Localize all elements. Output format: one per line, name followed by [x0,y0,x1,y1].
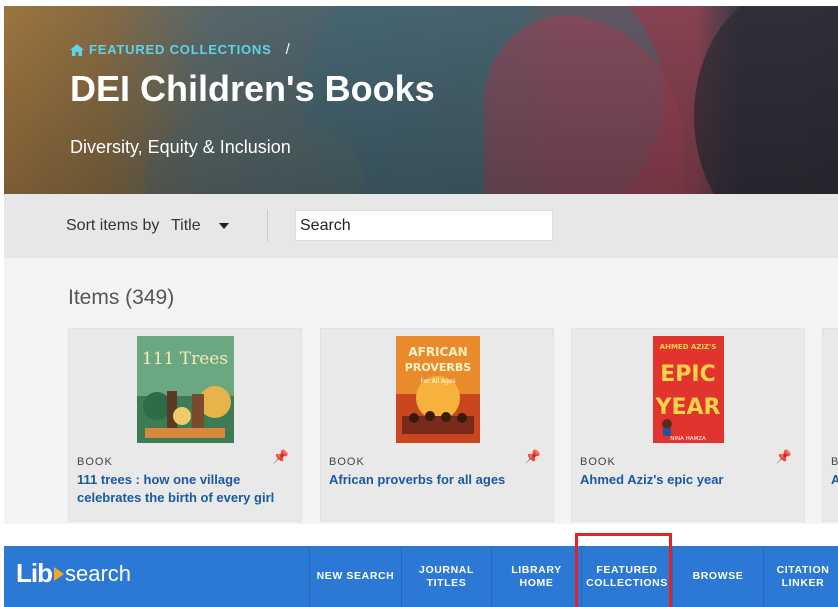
chevron-down-icon [218,223,229,229]
item-type: BOOK [77,456,113,468]
nav-citation-linker[interactable]: CITATION LINKER [763,546,838,607]
nav-label: BROWSE [692,570,744,582]
svg-text:PROVERBS: PROVERBS [405,361,471,374]
nav-label: JOURNAL [419,563,474,576]
item-title-link[interactable]: African proverbs for all ages [329,471,539,489]
nav-label: LINKER [781,576,825,589]
logo-lib-text: Lib [16,558,53,588]
toolbar-divider [267,210,268,242]
sort-search-toolbar: Sort items by Title [4,194,838,258]
item-card-partial[interactable]: B A [822,328,838,522]
svg-text:EPIC: EPIC [660,362,715,387]
item-title-link[interactable]: 111 trees : how one village celebrates t… [77,471,287,507]
book-cover-image[interactable]: AHMED AZIZ'S EPIC YEAR NINA HAMZA [653,336,724,443]
item-card[interactable]: AHMED AZIZ'S EPIC YEAR NINA HAMZA 📌 BOOK… [571,328,805,522]
libsearch-logo[interactable]: Lib search [16,558,131,589]
logo-search-text: search [65,560,132,586]
svg-text:YEAR: YEAR [655,395,721,420]
pin-icon[interactable]: 📌 [273,449,289,465]
search-input[interactable] [295,210,553,241]
svg-text:For All Ages: For All Ages [420,378,455,385]
sort-dropdown[interactable]: Title [171,217,229,235]
pin-icon[interactable]: 📌 [525,449,541,465]
play-arrow-icon [54,566,64,581]
item-card[interactable]: 111 Trees 📌 BOOK 111 trees : how one vil… [68,328,302,522]
breadcrumb-label: FEATURED COLLECTIONS [89,42,272,57]
items-section: Items (349) 111 Trees 📌 BOOK 111 trees :… [4,258,838,524]
nav-new-search[interactable]: NEW SEARCH [309,546,401,607]
breadcrumb: FEATURED COLLECTIONS / [70,41,290,58]
sort-label: Sort items by [66,217,160,234]
breadcrumb-separator: / [285,41,290,58]
item-type: B [831,456,838,468]
page-subtitle: Diversity, Equity & Inclusion [70,137,291,157]
nav-label: TITLES [426,576,467,589]
nav-journal-titles[interactable]: JOURNAL TITLES [401,546,491,607]
svg-text:NINA HAMZA: NINA HAMZA [670,436,706,442]
nav-browse[interactable]: BROWSE [672,546,763,607]
nav-library-home[interactable]: LIBRARY HOME [491,546,581,607]
book-cover-image[interactable]: 111 Trees [137,336,234,443]
highlight-box [575,533,672,607]
page-title: DEI Children's Books [70,68,435,109]
svg-text:AFRICAN: AFRICAN [408,345,467,359]
nav-label: HOME [519,576,554,589]
nav-label: CITATION [776,563,830,576]
items-heading: Items (349) [68,286,175,309]
pin-icon[interactable]: 📌 [776,449,792,465]
item-type: BOOK [580,456,616,468]
item-title-link[interactable]: Ahmed Aziz's epic year [580,471,790,489]
sort-selected-value: Title [171,217,201,234]
breadcrumb-featured-collections-link[interactable]: FEATURED COLLECTIONS [70,42,272,57]
bottom-navbar: Lib search NEW SEARCH JOURNAL TITLES LIBR… [4,546,838,607]
home-icon [70,43,84,56]
book-cover-image[interactable]: AFRICAN PROVERBS For All Ages [396,336,480,443]
nav-label: NEW SEARCH [316,570,395,582]
svg-text:AHMED AZIZ'S: AHMED AZIZ'S [660,343,717,351]
svg-text:111 Trees: 111 Trees [142,349,228,369]
item-card[interactable]: AFRICAN PROVERBS For All Ages 📌 BOOK Afr… [320,328,554,522]
item-type: BOOK [329,456,365,468]
nav-label: LIBRARY [511,563,562,576]
item-title-link[interactable]: A [831,471,838,489]
